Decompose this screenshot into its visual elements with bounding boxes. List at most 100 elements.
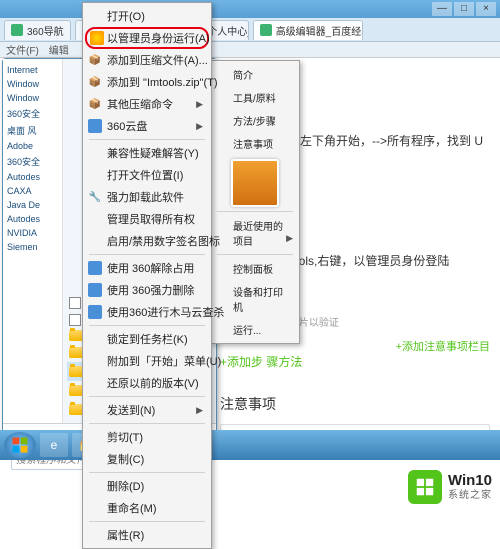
side-caution[interactable]: 注意事项 bbox=[213, 132, 297, 155]
label: 添加到压缩文件(A)... bbox=[107, 52, 208, 68]
add-caution-link[interactable]: +添加注意事项栏目 bbox=[396, 338, 490, 354]
user-avatar[interactable] bbox=[231, 159, 279, 207]
ctx-rename[interactable]: 重命名(M) bbox=[85, 497, 209, 519]
ctx-send-to[interactable]: 发送到(N) ▶ bbox=[85, 399, 209, 421]
side-run[interactable]: 运行... bbox=[213, 318, 297, 341]
ctx-cut[interactable]: 剪切(T) bbox=[85, 426, 209, 448]
pinned-item[interactable]: Internet bbox=[5, 63, 60, 77]
pinned-item[interactable]: Java De bbox=[5, 198, 60, 212]
pinned-item[interactable]: CAXA bbox=[5, 184, 60, 198]
label: 发送到(N) bbox=[107, 402, 155, 418]
file-icon bbox=[69, 314, 81, 326]
archive-icon: 📦 bbox=[88, 75, 102, 89]
browser-tab-row: 360导航 度搜索 我的经验_个人中心_百度经验 高级编辑器_百度经验 bbox=[0, 18, 500, 42]
ctx-pin-taskbar[interactable]: 锁定到任务栏(K) bbox=[85, 328, 209, 350]
windows-logo-icon bbox=[11, 436, 29, 454]
favicon-icon bbox=[260, 24, 272, 36]
context-menu: 打开(O) 以管理员身份运行(A) 📦添加到压缩文件(A)... 📦添加到 "I… bbox=[82, 2, 212, 549]
maximize-button[interactable]: □ bbox=[454, 2, 474, 16]
pinned-item[interactable]: 360安全 bbox=[5, 105, 60, 122]
chevron-right-icon: ▶ bbox=[286, 233, 293, 244]
360-icon bbox=[88, 305, 102, 319]
label: 以管理员身份运行(A) bbox=[107, 30, 210, 46]
side-devices-printers[interactable]: 设备和打印机 bbox=[213, 280, 297, 318]
360-icon bbox=[88, 261, 102, 275]
separator bbox=[89, 423, 205, 424]
label: 使用 360解除占用 bbox=[107, 260, 194, 276]
side-control-panel[interactable]: 控制面板 bbox=[213, 257, 297, 280]
360-icon bbox=[88, 283, 102, 297]
ctx-open[interactable]: 打开(O) bbox=[85, 5, 209, 27]
close-button[interactable]: × bbox=[476, 2, 496, 16]
pinned-item[interactable]: Adobe bbox=[5, 139, 60, 153]
edit-menu[interactable]: 编辑 bbox=[49, 42, 69, 57]
ctx-force-scan[interactable]: 🔧 强力卸载此软件 bbox=[85, 186, 209, 208]
side-tools[interactable]: 工具/原料 bbox=[213, 86, 297, 109]
ctx-admin-rights[interactable]: 管理员取得所有权 bbox=[85, 208, 209, 230]
separator bbox=[89, 254, 205, 255]
pinned-item[interactable]: 360安全 bbox=[5, 153, 60, 170]
pinned-item[interactable]: NVIDIA bbox=[5, 226, 60, 240]
chevron-right-icon: ▶ bbox=[196, 99, 203, 110]
ctx-trojan-scan[interactable]: 使用360进行木马云查杀 bbox=[85, 301, 209, 323]
windows-logo-icon bbox=[414, 476, 436, 498]
ctx-pin-start[interactable]: 附加到「开始」菜单(U) bbox=[85, 350, 209, 372]
side-intro[interactable]: 简介 bbox=[213, 63, 297, 86]
ctx-other-compress[interactable]: 📦 其他压缩命令 ▶ bbox=[85, 93, 209, 115]
archive-icon: 📦 bbox=[88, 97, 102, 111]
label: 强力卸载此软件 bbox=[107, 189, 184, 205]
file-icon bbox=[69, 297, 81, 309]
side-method[interactable]: 方法/步骤 bbox=[213, 109, 297, 132]
pinned-item[interactable]: Autodes bbox=[5, 212, 60, 226]
start-side-panel: 简介 工具/原料 方法/步骤 注意事项 最近使用的项目▶ 控制面板 设备和打印机… bbox=[210, 60, 300, 344]
caution-section-title: 注意事项 bbox=[220, 394, 490, 414]
separator bbox=[89, 139, 205, 140]
pinned-item[interactable]: Window bbox=[5, 91, 60, 105]
start-button[interactable] bbox=[4, 432, 36, 458]
browser-menubar: 文件(F) 编辑 bbox=[0, 42, 500, 58]
label: 360云盘 bbox=[107, 118, 147, 134]
ctx-compat[interactable]: 兼容性疑难解答(Y) bbox=[85, 142, 209, 164]
file-menu[interactable]: 文件(F) bbox=[6, 42, 39, 57]
browser-tab-0[interactable]: 360导航 bbox=[4, 20, 71, 40]
side-recent[interactable]: 最近使用的项目▶ bbox=[213, 214, 297, 252]
separator bbox=[89, 472, 205, 473]
ctx-delete[interactable]: 删除(D) bbox=[85, 475, 209, 497]
label: 其他压缩命令 bbox=[107, 96, 173, 112]
browser-tab-3[interactable]: 高级编辑器_百度经验 bbox=[253, 20, 363, 40]
pinned-item[interactable]: Siemen bbox=[5, 240, 60, 254]
pinned-item[interactable]: 桌面 风 bbox=[5, 122, 60, 139]
ctx-open-location[interactable]: 打开文件位置(I) bbox=[85, 164, 209, 186]
pinned-item[interactable]: Autodes bbox=[5, 170, 60, 184]
folder-icon bbox=[69, 385, 83, 396]
minimize-button[interactable]: — bbox=[432, 2, 452, 16]
ctx-cloud[interactable]: 360云盘▶ bbox=[85, 115, 209, 137]
watermark-subtitle: 系统之家 bbox=[448, 490, 492, 501]
start-menu-pinned-list: Internet Window Window 360安全 桌面 风 Adobe … bbox=[3, 59, 63, 423]
taskbar-ie-icon[interactable]: e bbox=[40, 433, 68, 457]
shield-icon bbox=[90, 31, 104, 45]
label: 使用360进行木马云查杀 bbox=[107, 304, 224, 320]
ctx-add-archive[interactable]: 📦添加到压缩文件(A)... bbox=[85, 49, 209, 71]
separator bbox=[89, 521, 205, 522]
watermark-title: Win10 bbox=[448, 473, 492, 490]
ctx-sig-icons[interactable]: 启用/禁用数字签名图标 bbox=[85, 230, 209, 252]
watermark-logo bbox=[408, 470, 442, 504]
separator bbox=[217, 254, 293, 255]
ctx-properties[interactable]: 属性(R) bbox=[85, 524, 209, 546]
pinned-item[interactable]: Window bbox=[5, 77, 60, 91]
window-titlebar: — □ × bbox=[0, 0, 500, 18]
ctx-copy[interactable]: 复制(C) bbox=[85, 448, 209, 470]
ctx-restore-prev[interactable]: 还原以前的版本(V) bbox=[85, 372, 209, 394]
separator bbox=[89, 325, 205, 326]
label: 添加到 "Imtools.zip"(T) bbox=[107, 74, 217, 90]
separator bbox=[89, 396, 205, 397]
ctx-add-zip[interactable]: 📦添加到 "Imtools.zip"(T) bbox=[85, 71, 209, 93]
ctx-unoccupy[interactable]: 使用 360解除占用 bbox=[85, 257, 209, 279]
window-controls: — □ × bbox=[432, 2, 496, 16]
separator bbox=[217, 211, 293, 212]
ctx-force-delete[interactable]: 使用 360强力删除 bbox=[85, 279, 209, 301]
chevron-right-icon: ▶ bbox=[196, 405, 203, 416]
ctx-run-as-admin[interactable]: 以管理员身份运行(A) bbox=[85, 27, 209, 49]
tool-icon: 🔧 bbox=[88, 190, 102, 204]
